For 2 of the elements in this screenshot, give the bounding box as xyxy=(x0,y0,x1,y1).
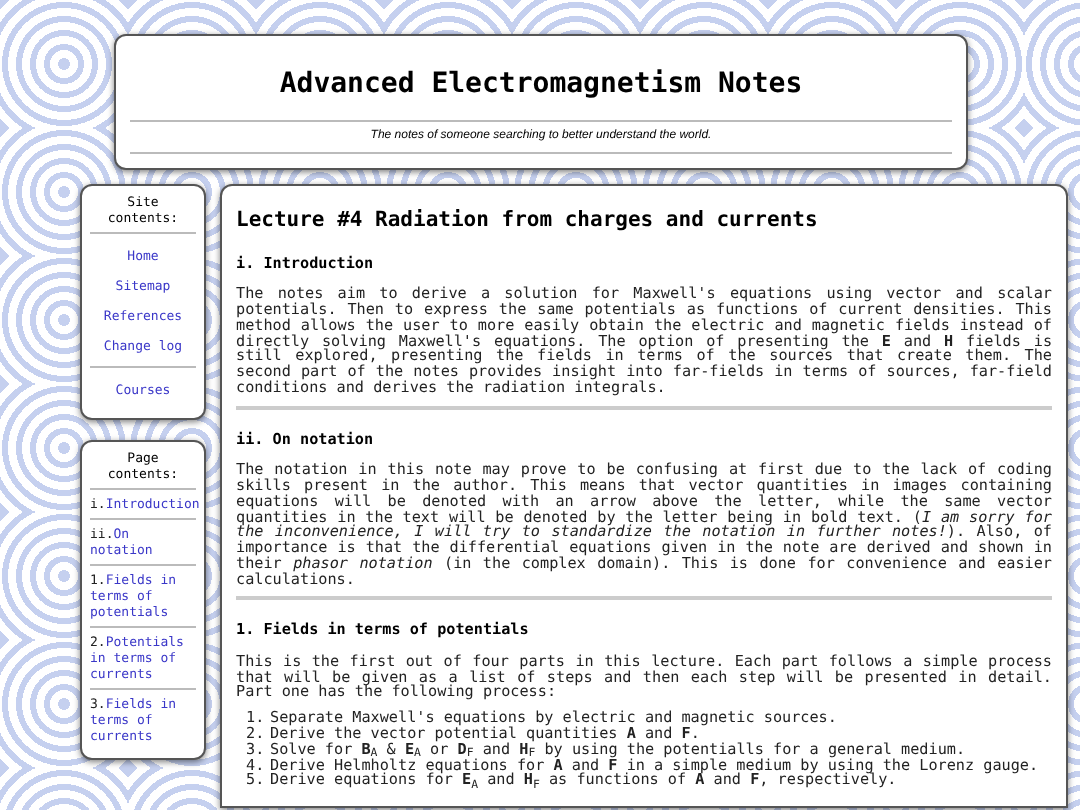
lecture-title: Lecture #4 Radiation from charges and currents xyxy=(236,206,820,236)
site-title: Advanced Electromagnetism Notes xyxy=(277,66,805,104)
